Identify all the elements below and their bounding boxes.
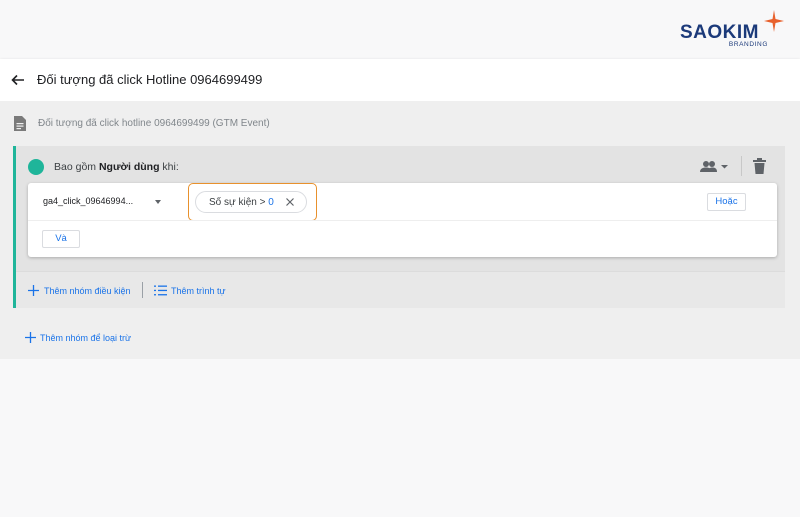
event-dropdown[interactable]: ga4_click_09646994... <box>43 196 173 212</box>
add-exclude-group-label: Thêm nhóm để loại trừ <box>40 333 132 343</box>
page-title: Đối tượng đã click Hotline 0964699499 <box>37 72 263 87</box>
footer-divider <box>142 282 143 298</box>
toolbar-divider <box>741 156 742 176</box>
chip-label: Số sự kiện > 0 <box>209 197 274 208</box>
group-status-dot <box>28 159 44 175</box>
people-icon[interactable] <box>699 159 729 175</box>
or-button[interactable]: Hoặc <box>707 193 746 211</box>
top-bar: SAOKIM BRANDING <box>0 0 800 59</box>
chip-label-text: Số sự kiện > <box>209 197 269 208</box>
group-label-prefix: Bao gồm <box>54 161 99 173</box>
saokim-logo: SAOKIM BRANDING <box>680 10 790 50</box>
sequence-list-icon <box>154 285 167 296</box>
plus-icon <box>25 332 36 343</box>
include-condition-group: Bao gồm Người dùng khi: ga4_click_096469… <box>13 146 785 308</box>
document-icon <box>14 116 26 131</box>
group-footer: Thêm nhóm điều kiện Thêm trình tự <box>16 271 785 308</box>
add-sequence-label: Thêm trình tự <box>171 286 226 296</box>
and-button[interactable]: Và <box>42 230 80 248</box>
plus-icon <box>28 285 39 296</box>
event-count-filter-chip[interactable]: Số sự kiện > 0 <box>195 191 307 213</box>
audience-description: Đối tượng đã click hotline 0964699499 (G… <box>38 118 270 129</box>
group-label-scope: Người dùng <box>98 161 160 173</box>
logo-subtext: BRANDING <box>728 41 768 48</box>
group-label-suffix: khi: <box>159 161 179 173</box>
add-condition-group-label: Thêm nhóm điều kiện <box>44 286 131 296</box>
event-name: ga4_click_09646994... <box>43 196 134 206</box>
trash-icon[interactable] <box>753 158 766 174</box>
condition-highlight: Số sự kiện > 0 <box>188 183 317 221</box>
chevron-down-icon <box>155 200 161 204</box>
page-header: Đối tượng đã click Hotline 0964699499 <box>0 59 800 101</box>
audience-editor: Đối tượng đã click hotline 0964699499 (G… <box>0 101 800 359</box>
group-label: Bao gồm Người dùng khi: <box>54 161 179 173</box>
close-icon[interactable] <box>285 197 295 207</box>
chip-value: 0 <box>268 197 274 208</box>
arrow-left-icon[interactable] <box>10 72 26 88</box>
logo-star-icon <box>764 10 784 32</box>
card-divider <box>28 220 777 221</box>
condition-card: ga4_click_09646994... Số sự kiện > 0 Hoặ… <box>28 183 777 257</box>
